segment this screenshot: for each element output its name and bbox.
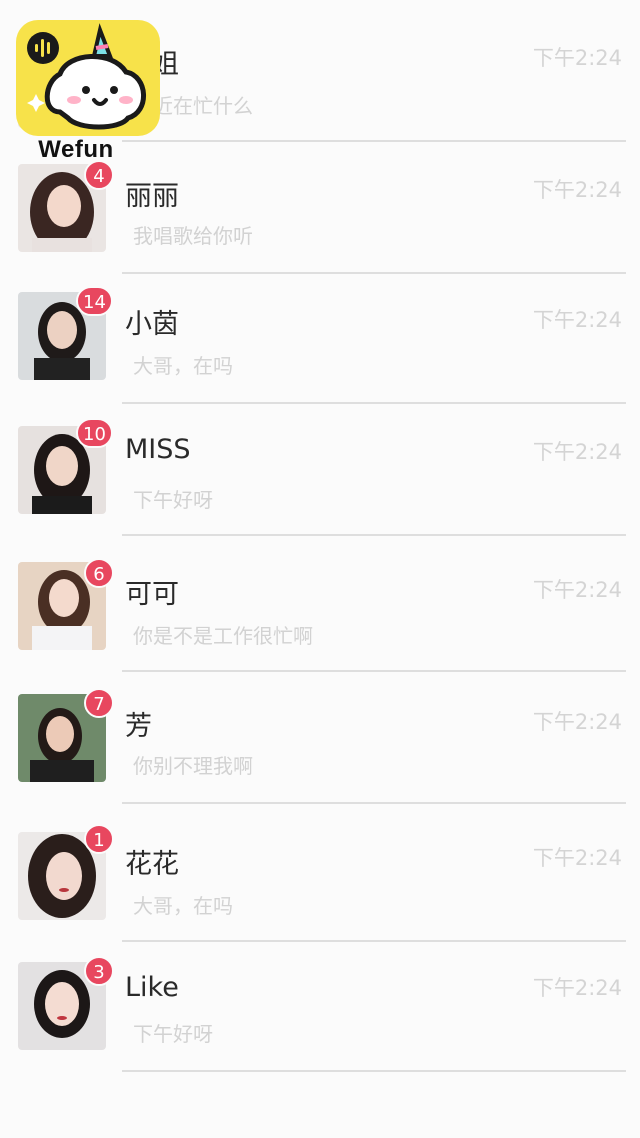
message-preview: 下午好呀 xyxy=(133,1022,213,1046)
message-preview: 大哥，在吗 xyxy=(133,354,233,378)
message-preview: 我唱歌给你听 xyxy=(133,224,253,248)
message-time: 下午2:24 xyxy=(532,710,622,734)
contact-name: 丽丽 xyxy=(125,181,179,212)
wefun-logo: Wefun xyxy=(16,20,160,168)
unread-badge: 3 xyxy=(84,956,114,986)
message-time: 下午2:24 xyxy=(532,976,622,1000)
chat-list: 姐姐 最近在忙什么 下午2:24 4 丽丽 我唱歌给你听 下午2:24 xyxy=(0,0,640,1138)
message-time: 下午2:24 xyxy=(532,178,622,202)
chat-row[interactable]: 3 Like 下午好呀 下午2:24 xyxy=(0,942,640,1074)
contact-name: 小茵 xyxy=(125,309,179,340)
message-time: 下午2:24 xyxy=(532,46,622,70)
message-time: 下午2:24 xyxy=(532,578,622,602)
unread-badge: 7 xyxy=(84,688,114,718)
contact-name: 花花 xyxy=(125,849,179,880)
unread-badge: 6 xyxy=(84,558,114,588)
contact-name: Like xyxy=(125,972,179,1003)
message-preview: 下午好呀 xyxy=(133,488,213,512)
unread-badge: 10 xyxy=(76,418,113,448)
message-time: 下午2:24 xyxy=(532,308,622,332)
message-preview: 你是不是工作很忙啊 xyxy=(133,624,313,648)
chat-row[interactable]: 7 芳 你别不理我啊 下午2:24 xyxy=(0,672,640,804)
chat-row[interactable]: 1 花花 大哥，在吗 下午2:24 xyxy=(0,804,640,942)
unread-badge: 1 xyxy=(84,824,114,854)
wefun-logo-icon xyxy=(16,20,160,136)
contact-name: MISS xyxy=(125,434,191,465)
chat-row[interactable]: 6 可可 你是不是工作很忙啊 下午2:24 xyxy=(0,536,640,672)
divider xyxy=(122,1070,626,1072)
message-preview: 大哥，在吗 xyxy=(133,894,233,918)
message-time: 下午2:24 xyxy=(532,846,622,870)
chat-row[interactable]: 14 小茵 大哥，在吗 下午2:24 xyxy=(0,274,640,406)
unread-badge: 14 xyxy=(76,286,113,316)
chat-row[interactable]: 10 MISS 下午好呀 下午2:24 xyxy=(0,404,640,536)
wefun-wordmark: Wefun xyxy=(38,136,114,163)
message-preview: 你别不理我啊 xyxy=(133,754,253,778)
contact-name: 可可 xyxy=(125,579,179,610)
message-time: 下午2:24 xyxy=(532,440,622,464)
contact-name: 芳 xyxy=(125,711,152,742)
